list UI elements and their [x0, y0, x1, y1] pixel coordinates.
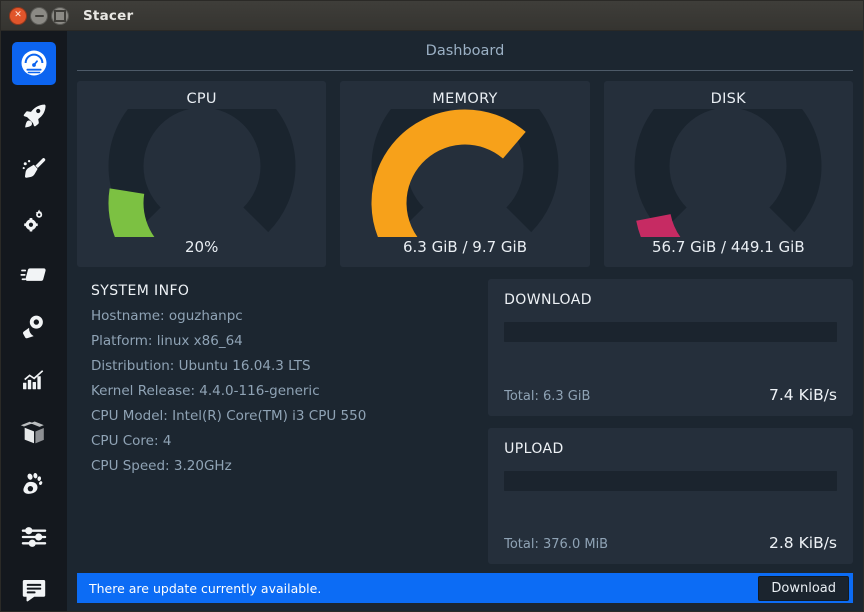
- gauge-cpu: [108, 109, 296, 237]
- update-message: There are update currently available.: [89, 581, 758, 596]
- sliders-icon: [20, 523, 48, 551]
- maximize-icon[interactable]: [51, 7, 69, 25]
- sidebar-item-gnome-settings[interactable]: [12, 463, 56, 506]
- gauge-disk: [634, 109, 822, 237]
- download-title: DOWNLOAD: [504, 292, 837, 308]
- processes-icon: [20, 260, 48, 288]
- system-info-cpu-model: CPU Model: Intel(R) Core(TM) i3 CPU 550: [91, 408, 474, 424]
- sidebar-item-uninstaller[interactable]: [12, 305, 56, 348]
- sidebar: [1, 31, 67, 611]
- system-info-platform: Platform: linux x86_64: [91, 333, 474, 349]
- close-icon[interactable]: [9, 7, 27, 25]
- sidebar-item-settings[interactable]: [12, 516, 56, 559]
- upload-footer: Total: 376.0 MiB 2.8 KiB/s: [504, 534, 837, 552]
- sidebar-item-packages[interactable]: [12, 410, 56, 453]
- sidebar-item-processes[interactable]: [12, 253, 56, 296]
- upload-card: UPLOAD Total: 376.0 MiB 2.8 KiB/s: [488, 428, 853, 565]
- main-content: Dashboard CPU 20% MEMORY: [67, 31, 863, 611]
- gears-icon: [20, 207, 48, 235]
- system-info-cpu-core: CPU Core: 4: [91, 433, 474, 449]
- upload-graph: [504, 471, 837, 491]
- window-title: Stacer: [83, 8, 133, 24]
- dashboard-gauge-icon: [19, 48, 49, 78]
- system-info-distribution: Distribution: Ubuntu 16.04.3 LTS: [91, 358, 474, 374]
- gauge-title-cpu: CPU: [186, 91, 216, 107]
- title-bar: Stacer: [1, 1, 863, 31]
- sidebar-item-system-cleaner[interactable]: [12, 147, 56, 190]
- upload-title: UPLOAD: [504, 441, 837, 457]
- gauge-card-cpu: CPU 20%: [77, 81, 326, 267]
- network-column: DOWNLOAD Total: 6.3 GiB 7.4 KiB/s UPLOAD…: [488, 279, 853, 564]
- download-graph: [504, 322, 837, 342]
- feedback-icon: [20, 576, 48, 604]
- page-title: Dashboard: [77, 31, 853, 71]
- system-info-hostname: Hostname: oguzhanpc: [91, 308, 474, 324]
- gauge-value-cpu: 20%: [185, 238, 218, 256]
- system-info-title: SYSTEM INFO: [91, 283, 474, 299]
- gauges-row: CPU 20% MEMORY: [75, 71, 855, 267]
- gauge-title-memory: MEMORY: [432, 91, 497, 107]
- download-total: Total: 6.3 GiB: [504, 389, 590, 404]
- sidebar-item-startup-apps[interactable]: [12, 95, 56, 138]
- download-footer: Total: 6.3 GiB 7.4 KiB/s: [504, 386, 837, 404]
- update-bar: There are update currently available. Do…: [77, 573, 853, 603]
- lower-row: SYSTEM INFO Hostname: oguzhanpc Platform…: [75, 267, 855, 564]
- gauge-value-memory: 6.3 GiB / 9.7 GiB: [403, 238, 527, 256]
- sidebar-item-resources[interactable]: [12, 358, 56, 401]
- system-info-kernel-release: Kernel Release: 4.4.0-116-generic: [91, 383, 474, 399]
- gauge-title-disk: DISK: [711, 91, 746, 107]
- system-info-panel: SYSTEM INFO Hostname: oguzhanpc Platform…: [77, 279, 474, 564]
- download-card: DOWNLOAD Total: 6.3 GiB 7.4 KiB/s: [488, 279, 853, 416]
- broom-icon: [20, 155, 48, 183]
- window-controls: [9, 7, 69, 25]
- gauge-memory: [371, 109, 559, 237]
- minimize-icon[interactable]: [30, 7, 48, 25]
- chart-icon: [20, 365, 48, 393]
- system-info-cpu-speed: CPU Speed: 3.20GHz: [91, 458, 474, 474]
- upload-total: Total: 376.0 MiB: [504, 537, 608, 552]
- rocket-icon: [20, 102, 48, 130]
- sidebar-item-dashboard[interactable]: [12, 42, 56, 85]
- upload-speed: 2.8 KiB/s: [769, 534, 837, 552]
- gnome-foot-icon: [20, 470, 48, 498]
- uninstaller-icon: [20, 313, 48, 341]
- sidebar-item-services[interactable]: [12, 200, 56, 243]
- gauge-value-disk: 56.7 GiB / 449.1 GiB: [652, 238, 805, 256]
- download-button[interactable]: Download: [758, 576, 849, 601]
- stacer-window: Stacer: [0, 0, 864, 612]
- gauge-card-disk: DISK 56.7 GiB / 449.1 GiB: [604, 81, 853, 267]
- window-body: Dashboard CPU 20% MEMORY: [1, 31, 863, 611]
- download-speed: 7.4 KiB/s: [769, 386, 837, 404]
- sidebar-item-help[interactable]: [12, 568, 56, 611]
- gauge-card-memory: MEMORY 6.3 GiB / 9.7 GiB: [340, 81, 589, 267]
- package-icon: [20, 418, 48, 446]
